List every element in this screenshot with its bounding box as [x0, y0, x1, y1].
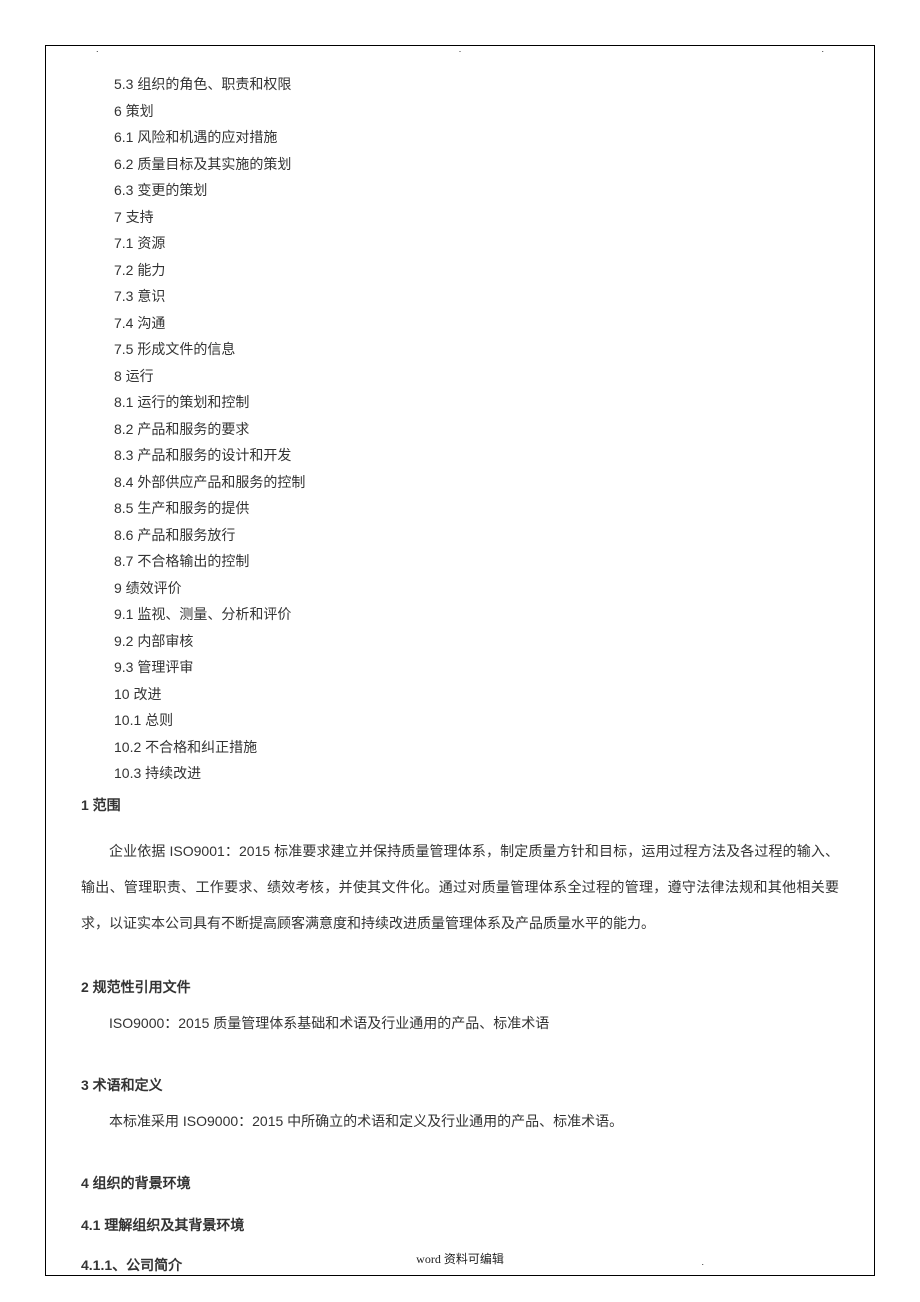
section-4-heading: 4 组织的背景环境 [81, 1173, 874, 1193]
section-1-paragraph: 企业依据 ISO9001：2015 标准要求建立并保持质量管理体系，制定质量方针… [81, 833, 839, 941]
header-dot: . [821, 44, 824, 54]
toc-item: 7.2 能力 [114, 257, 874, 284]
footer-text: word 资料可编辑 [46, 1250, 874, 1267]
toc-item: 8.1 运行的策划和控制 [114, 389, 874, 416]
toc-item: 9 绩效评价 [114, 575, 874, 602]
toc-item: 8.7 不合格输出的控制 [114, 548, 874, 575]
toc-item: 7.4 沟通 [114, 310, 874, 337]
toc-item: 10.2 不合格和纠正措施 [114, 734, 874, 761]
section-3-heading: 3 术语和定义 [81, 1075, 874, 1095]
toc-item: 8.6 产品和服务放行 [114, 522, 874, 549]
toc-item: 7 支持 [114, 204, 874, 231]
toc-item: 9.1 监视、测量、分析和评价 [114, 601, 874, 628]
toc-item: 8.5 生产和服务的提供 [114, 495, 874, 522]
header-dot: . [459, 44, 462, 54]
spacer [46, 941, 874, 969]
toc-item: 8.2 产品和服务的要求 [114, 416, 874, 443]
toc-item: 10 改进 [114, 681, 874, 708]
toc-item: 8 运行 [114, 363, 874, 390]
toc-item: 6 策划 [114, 98, 874, 125]
toc-item: 5.3 组织的角色、职责和权限 [114, 71, 874, 98]
toc-item: 10.3 持续改进 [114, 760, 874, 787]
toc-item: 7.3 意识 [114, 283, 874, 310]
toc-item: 6.2 质量目标及其实施的策划 [114, 151, 874, 178]
section-3-paragraph: 本标准采用 ISO9000：2015 中所确立的术语和定义及行业通用的产品、标准… [81, 1105, 839, 1137]
toc-item: 8.4 外部供应产品和服务的控制 [114, 469, 874, 496]
header-dot: . [96, 44, 99, 54]
section-2-paragraph: ISO9000：2015 质量管理体系基础和术语及行业通用的产品、标准术语 [81, 1007, 839, 1039]
toc-item: 10.1 总则 [114, 707, 874, 734]
section-2-heading: 2 规范性引用文件 [81, 977, 874, 997]
section-1-heading: 1 范围 [81, 795, 874, 815]
document-page: . . . 5.3 组织的角色、职责和权限 6 策划 6.1 风险和机遇的应对措… [45, 45, 875, 1276]
section-4-1-heading: 4.1 理解组织及其背景环境 [81, 1215, 874, 1235]
toc-item: 8.3 产品和服务的设计和开发 [114, 442, 874, 469]
toc-item: 6.1 风险和机遇的应对措施 [114, 124, 874, 151]
toc-item: 9.2 内部审核 [114, 628, 874, 655]
toc-item: 6.3 变更的策划 [114, 177, 874, 204]
spacer [46, 1039, 874, 1067]
toc-item: 7.1 资源 [114, 230, 874, 257]
footer-right-dot: . [701, 1257, 704, 1267]
table-of-contents: 5.3 组织的角色、职责和权限 6 策划 6.1 风险和机遇的应对措施 6.2 … [114, 71, 874, 787]
toc-item: 9.3 管理评审 [114, 654, 874, 681]
header-dots: . . . [46, 44, 874, 54]
toc-item: 7.5 形成文件的信息 [114, 336, 874, 363]
spacer [46, 1137, 874, 1165]
